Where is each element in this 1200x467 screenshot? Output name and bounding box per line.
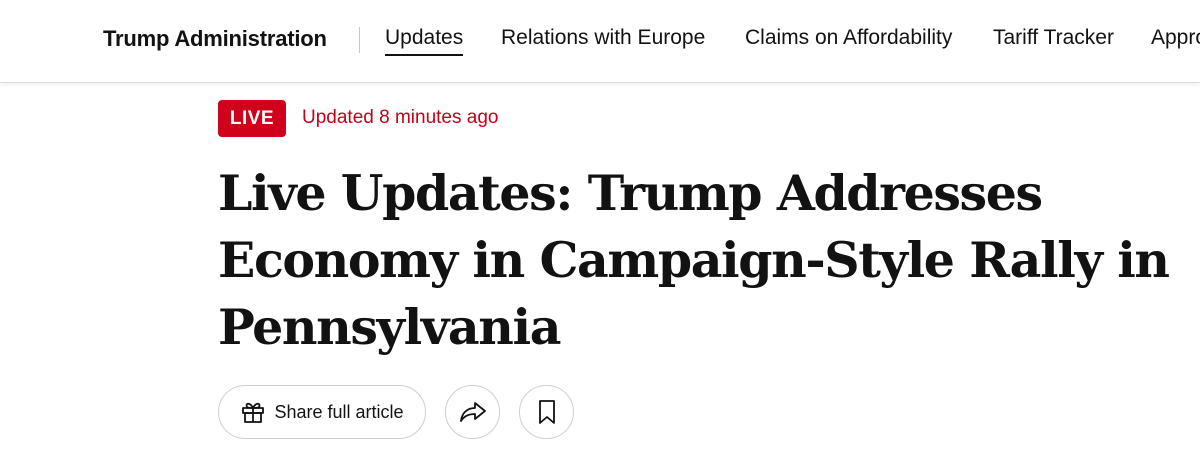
- share-full-article-button[interactable]: Share full article: [218, 385, 426, 439]
- headline: Live Updates: Trump Addresses Economy in…: [218, 164, 1170, 356]
- nav-link-tariff-tracker[interactable]: Tariff Tracker: [993, 26, 1114, 50]
- nav-link-claims-on-affordability[interactable]: Claims on Affordability: [745, 26, 952, 50]
- updated-timestamp: Updated 8 minutes ago: [302, 107, 499, 128]
- nav-link-relations-with-europe[interactable]: Relations with Europe: [501, 26, 705, 50]
- nav-link-updates[interactable]: Updates: [385, 26, 464, 56]
- nav-link-truncated[interactable]: Appro: [1151, 26, 1200, 50]
- bookmark-icon: [537, 399, 557, 425]
- top-navigation: Trump Administration Updates Relations w…: [0, 0, 1200, 83]
- gift-icon: [240, 399, 266, 425]
- share-button-label: Share full article: [274, 401, 404, 422]
- save-bookmark-button[interactable]: [519, 385, 574, 439]
- share-arrow-button[interactable]: [445, 385, 500, 439]
- nav-divider: [359, 27, 360, 53]
- section-title[interactable]: Trump Administration: [103, 26, 327, 52]
- share-arrow-icon: [459, 400, 487, 424]
- live-badge: LIVE: [218, 100, 286, 137]
